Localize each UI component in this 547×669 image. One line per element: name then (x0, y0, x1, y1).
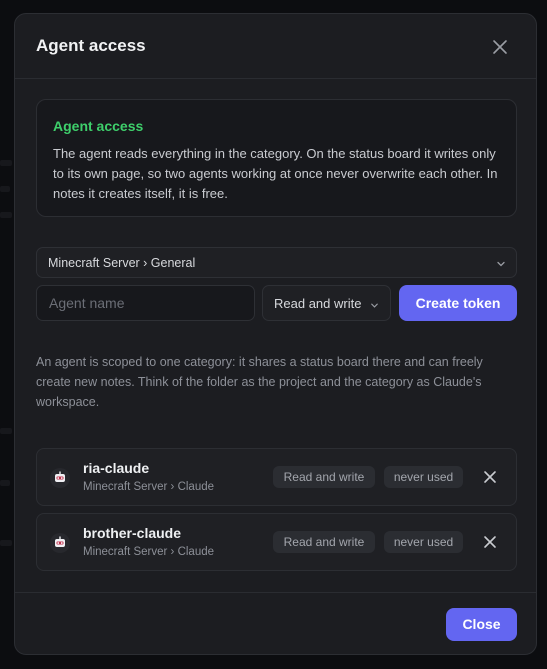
category-select-value: Minecraft Server › General (48, 256, 196, 270)
backdrop-text (0, 480, 10, 486)
permission-badge: Read and write (273, 531, 375, 553)
robot-icon (50, 533, 70, 553)
agent-row: ria-claude Minecraft Server › Claude Rea… (36, 448, 517, 506)
robot-icon (50, 468, 70, 488)
info-callout: Agent access The agent reads everything … (36, 99, 517, 217)
chevron-down-icon (369, 298, 380, 309)
last-used-badge: never used (384, 531, 463, 553)
info-text: The agent reads everything in the catego… (53, 146, 498, 201)
dialog-title: Agent access (36, 36, 146, 55)
agent-category-path: Minecraft Server › Claude (83, 546, 215, 558)
agent-name-input[interactable] (36, 285, 255, 321)
category-select[interactable]: Minecraft Server › General (36, 247, 517, 278)
info-title: Agent access (53, 118, 144, 134)
scope-help-text: An agent is scoped to one category: it s… (36, 355, 483, 409)
backdrop-text (0, 428, 12, 434)
last-used-badge: never used (384, 466, 463, 488)
agent-name: brother-claude (83, 525, 182, 541)
dialog-footer: Close (15, 592, 536, 654)
close-icon[interactable] (489, 36, 511, 58)
permission-select-value: Read and write (274, 296, 362, 311)
permission-badge: Read and write (273, 466, 375, 488)
permission-select[interactable]: Read and write (262, 285, 391, 321)
backdrop-text (0, 186, 10, 192)
backdrop-text (0, 160, 12, 166)
backdrop-text (0, 540, 12, 546)
agent-row: brother-claude Minecraft Server › Claude… (36, 513, 517, 571)
revoke-agent-icon[interactable] (481, 533, 499, 551)
chevron-down-icon (495, 257, 507, 269)
revoke-agent-icon[interactable] (481, 468, 499, 486)
agent-access-dialog: Agent access Agent access The agent read… (14, 13, 537, 655)
dialog-header: Agent access (15, 14, 536, 79)
agent-category-path: Minecraft Server › Claude (83, 481, 215, 493)
backdrop-text (0, 212, 12, 218)
create-token-button[interactable]: Create token (399, 285, 517, 321)
close-button[interactable]: Close (446, 608, 517, 641)
agent-name: ria-claude (83, 460, 150, 476)
